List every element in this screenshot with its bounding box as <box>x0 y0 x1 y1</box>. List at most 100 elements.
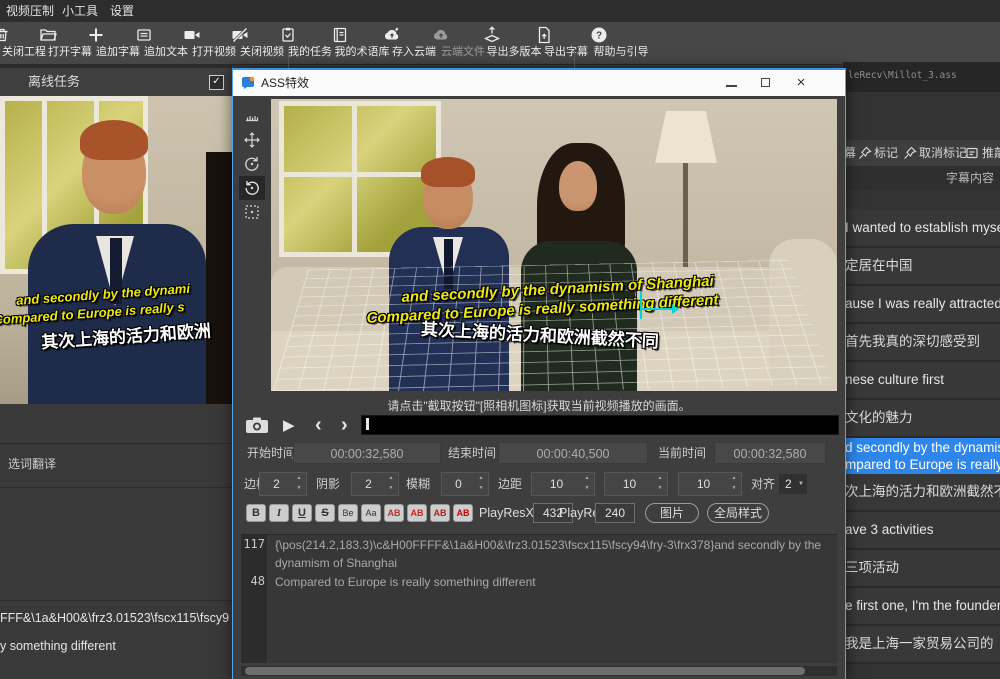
capture-frame-button[interactable] <box>245 416 273 436</box>
minimize-icon <box>726 85 737 87</box>
secondary-color-button[interactable]: AB <box>407 504 427 522</box>
current-time-field[interactable]: 00:00:32,580 <box>714 442 826 464</box>
line-text[interactable]: {\pos(214.2,183.3)\c&H00FFFF&\1a&H00&\fr… <box>269 535 837 572</box>
play-button[interactable]: ▶ <box>283 416 295 436</box>
capture-hint-text: 请点击"截取按钮"[照相机图标]获取当前视频播放的画面。 <box>233 397 845 414</box>
svg-text:?: ? <box>596 30 602 41</box>
crosshair-axis-icon <box>640 291 642 319</box>
app-window: 视频压制 小工具 设置 关闭工程 打开字幕 追加字幕 追加文本 打开视频 关闭视… <box>0 0 1000 679</box>
subtitle-row[interactable]: nese culture first <box>843 362 1000 400</box>
spinner-arrows-icon[interactable]: ▲▼ <box>385 473 397 495</box>
subtitle-list-toolbar: 幕 标记 取消标记 推敲 <box>843 140 1000 166</box>
rotate-3d-icon <box>239 178 265 198</box>
subtitle-row[interactable]: ause I was really attracted by <box>843 286 1000 324</box>
subtitle-row[interactable]: 我是上海一家贸易公司的 <box>843 626 1000 664</box>
marquee-tool-button[interactable] <box>239 200 265 224</box>
subtitle-row-selected[interactable]: d secondly by the dynamism of Sh mpared … <box>843 438 1000 474</box>
subtitle-row[interactable]: 次上海的活力和欧洲截然不同 <box>843 474 1000 512</box>
pin-icon <box>903 146 917 160</box>
editor-line[interactable]: 117 {\pos(214.2,183.3)\c&H00FFFF&\1a&H00… <box>241 535 837 572</box>
shadow-color-button[interactable]: AB <box>453 504 473 522</box>
help-icon: ? <box>589 25 653 45</box>
spinner-arrows-icon[interactable]: ▲▼ <box>654 473 666 495</box>
maximize-button[interactable] <box>752 73 780 93</box>
global-style-button[interactable]: 全局样式 <box>707 503 769 523</box>
playresy-field[interactable]: 240 <box>595 503 635 523</box>
dialog-title: ASS特效 <box>261 70 309 96</box>
rotate-xy-tool-button-selected[interactable] <box>239 176 265 200</box>
spinner-arrows-icon[interactable]: ▲▼ <box>581 473 593 495</box>
subtitle-row[interactable]: I wanted to establish myself per <box>843 210 1000 248</box>
ponder-icon <box>965 146 979 160</box>
outline-color-button[interactable]: AB <box>430 504 450 522</box>
subtitle-row[interactable]: e first one, I'm the founder and th <box>843 588 1000 626</box>
offline-tasks-checkbox[interactable]: ✓ <box>209 75 224 90</box>
font-size-button[interactable]: Aa <box>361 504 381 522</box>
margin-right-spinner[interactable]: 10 ▲▼ <box>604 472 668 496</box>
blur-spinner[interactable]: 0 ▲▼ <box>441 472 489 496</box>
line-text[interactable]: Compared to Europe is really something d… <box>269 572 837 591</box>
subtitle-row[interactable]: ave 3 activities <box>843 512 1000 550</box>
menu-bar: 视频压制 小工具 设置 <box>0 0 1000 22</box>
strikethrough-button[interactable]: S <box>315 504 335 522</box>
ass-tag-editor[interactable]: 117 {\pos(214.2,183.3)\c&H00FFFF&\1a&H00… <box>241 534 837 663</box>
bold-button[interactable]: B <box>246 504 266 522</box>
subtitle-row[interactable]: 三项活动 <box>843 550 1000 588</box>
close-button[interactable]: × <box>787 73 815 93</box>
align-dropdown[interactable]: 2 ▼ <box>779 474 807 494</box>
background-video-preview: and secondly by the dynami Compared to E… <box>0 96 232 404</box>
subtitle-row[interactable]: 定居在中国 <box>843 248 1000 286</box>
playresx-label: PlayResX <box>479 504 534 522</box>
spinner-arrows-icon[interactable]: ▲▼ <box>293 473 305 495</box>
right-panel-top: leRecv\Millot_3.ass <box>843 62 1000 92</box>
scrollbar-thumb[interactable] <box>245 667 805 675</box>
horizontal-scrollbar[interactable] <box>241 666 837 676</box>
blur-label: 模糊 <box>406 472 430 496</box>
seek-cursor[interactable] <box>366 418 369 430</box>
menu-settings[interactable]: 设置 <box>104 0 140 22</box>
next-frame-button[interactable]: › <box>341 416 348 434</box>
underline-button[interactable]: U <box>292 504 312 522</box>
subtitle-row[interactable]: 首先我真的深切感受到 <box>843 324 1000 362</box>
align-label: 对齐 <box>751 472 775 496</box>
help-guide-button[interactable]: ? 帮助与引导 <box>589 25 653 63</box>
ponder-button[interactable]: 推敲 <box>982 140 1000 166</box>
move-tool-button[interactable] <box>239 128 265 152</box>
margin-vertical-spinner[interactable]: 10 ▲▼ <box>678 472 742 496</box>
end-time-field[interactable]: 00:00:40,500 <box>498 442 648 464</box>
hidden-editor-line1: FFF&\1a&H00&\frz3.01523\fscx115\fscy9 <box>0 611 229 625</box>
start-time-field[interactable]: 00:00:32,580 <box>293 442 441 464</box>
offline-tasks-tab[interactable]: 离线任务 ✓ <box>0 68 232 96</box>
left-lower-panel: 选词翻译 FFF&\1a&H00&\frz3.01523\fscx115\fsc… <box>0 404 232 679</box>
selected-line2: mpared to Europe is really someth <box>845 456 1000 473</box>
subtitle-file-path: leRecv\Millot_3.ass <box>848 70 957 81</box>
seek-bar[interactable] <box>361 415 839 435</box>
minimize-button[interactable] <box>717 73 745 93</box>
italic-button[interactable]: I <box>269 504 289 522</box>
app-icon <box>241 76 255 90</box>
mark-button[interactable]: 标记 <box>874 140 898 166</box>
spinner-arrows-icon[interactable]: ▲▼ <box>475 473 487 495</box>
draggable-subtitle-overlay[interactable]: and secondly by the dynamism of Shanghai… <box>271 99 837 391</box>
primary-color-button[interactable]: AB <box>384 504 404 522</box>
rotate-z-tool-button[interactable] <box>239 152 265 176</box>
menu-tools[interactable]: 小工具 <box>56 0 104 22</box>
previous-frame-button[interactable]: ‹ <box>315 416 322 434</box>
image-button[interactable]: 图片 <box>645 503 699 523</box>
font-style-button[interactable]: Be <box>338 504 358 522</box>
spinner-arrows-icon[interactable]: ▲▼ <box>728 473 740 495</box>
scale-tool-button[interactable] <box>239 104 265 128</box>
shadow-spinner[interactable]: 2 ▲▼ <box>351 472 399 496</box>
dialog-video-preview[interactable]: and secondly by the dynamism of Shanghai… <box>271 99 837 391</box>
subtitle-list-header-row: 字幕内容 <box>843 166 1000 190</box>
marquee-icon <box>239 202 265 222</box>
border-spinner[interactable]: 2 ▲▼ <box>259 472 307 496</box>
margin-left-spinner[interactable]: 10 ▲▼ <box>531 472 595 496</box>
unmark-button[interactable]: 取消标记 <box>919 140 967 166</box>
word-translate-label[interactable]: 选词翻译 <box>8 455 56 472</box>
scale-ruler-icon <box>239 106 265 126</box>
menu-video-encode[interactable]: 视频压制 <box>0 0 60 22</box>
editor-line[interactable]: 48 Compared to Europe is really somethin… <box>241 572 837 591</box>
offline-tasks-label: 离线任务 <box>28 68 80 96</box>
subtitle-row[interactable]: 文化的魅力 <box>843 400 1000 438</box>
